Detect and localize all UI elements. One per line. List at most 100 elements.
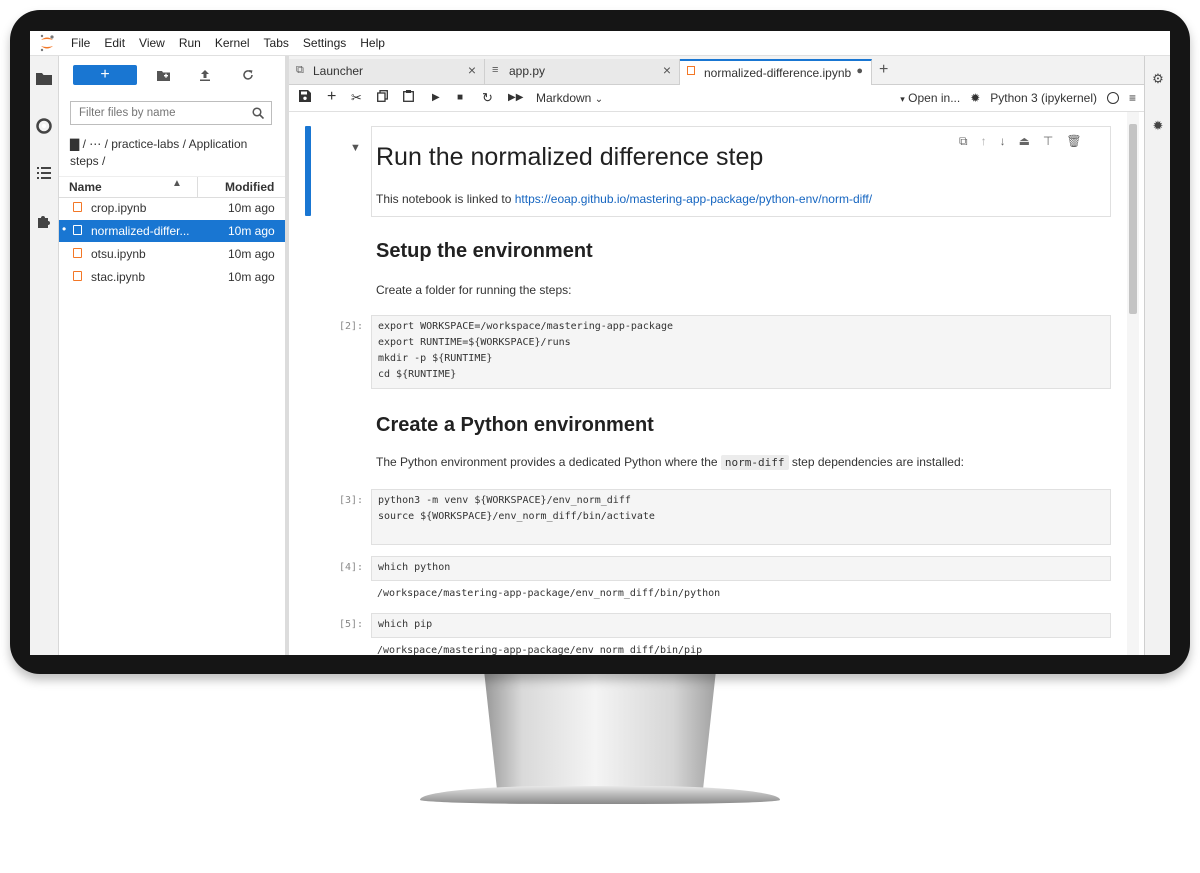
code-line: source ${WORKSPACE}/env_norm_diff/bin/ac… [378, 511, 655, 522]
insert-cell-icon[interactable]: + [327, 88, 336, 106]
code-cell-2[interactable]: export WORKSPACE=/workspace/mastering-ap… [371, 315, 1111, 389]
running-dot-icon: • [62, 222, 67, 236]
filter-files-input[interactable] [77, 106, 251, 120]
file-row-stac[interactable]: stac.ipynb 10m ago [59, 266, 285, 288]
folder-icon[interactable] [34, 68, 54, 88]
sort-ascending-icon[interactable]: ▲ [172, 178, 182, 189]
monitor-base [420, 786, 780, 804]
cell-toolbar: ⧉ ↑ ↓ ⏏ ⊤ 🗑 [959, 134, 1082, 149]
file-modified: 10m ago [228, 270, 275, 284]
close-icon[interactable]: × [663, 62, 671, 78]
restart-kernel-icon[interactable]: ↻ [482, 90, 493, 106]
menu-settings[interactable]: Settings [296, 31, 353, 55]
unsaved-dot-icon[interactable]: ● [856, 65, 863, 77]
menu-tabs[interactable]: Tabs [257, 31, 296, 55]
file-modified: 10m ago [228, 247, 275, 261]
tab-normalized-difference[interactable]: normalized-difference.ipynb ● [680, 59, 872, 85]
menu-run[interactable]: Run [172, 31, 208, 55]
code-line: cd ${RUNTIME} [378, 369, 457, 380]
code-line: which python [378, 562, 451, 573]
interrupt-kernel-icon[interactable]: ■ [457, 92, 463, 103]
tab-launcher[interactable]: ⧉ Launcher × [289, 59, 485, 84]
notebook-scrollbar[interactable] [1127, 112, 1139, 655]
copy-icon[interactable] [377, 90, 388, 105]
code-cell-3[interactable]: python3 -m venv ${WORKSPACE}/env_norm_di… [371, 489, 1111, 545]
python-text-after: step dependencies are installed: [788, 455, 964, 469]
cell-type-value: Markdown [536, 91, 592, 105]
menu-hamburger-icon[interactable]: ≡ [1129, 91, 1136, 105]
cell-prompt: [4]: [339, 562, 364, 573]
right-sidebar: ⚙ ✹ [1145, 56, 1170, 655]
notebook-icon [73, 271, 82, 281]
file-list-header: Name ▲ Modified [59, 176, 285, 198]
debugger-bug-icon[interactable]: ✹ [1149, 117, 1167, 135]
tab-app-py[interactable]: ≡ app.py × [485, 59, 680, 84]
new-folder-icon[interactable] [154, 66, 172, 84]
open-in-button[interactable]: ▾ Open in... [900, 91, 960, 105]
collapse-heading-icon[interactable]: ▼ [350, 142, 361, 154]
breadcrumb-line-2[interactable]: steps / [70, 153, 280, 170]
insert-above-icon[interactable]: ⏏ [1019, 134, 1030, 149]
kernel-area: ▾ Open in... ✹ Python 3 (ipykernel) ≡ [900, 91, 1136, 105]
code-cell-4[interactable]: which python [371, 556, 1111, 581]
debugger-bug-icon[interactable]: ✹ [970, 91, 980, 105]
notebook-icon [73, 225, 82, 235]
file-row-otsu[interactable]: otsu.ipynb 10m ago [59, 243, 285, 265]
move-down-icon[interactable]: ↓ [1000, 134, 1006, 149]
notebook-icon [73, 202, 82, 212]
table-of-contents-icon[interactable] [34, 163, 54, 183]
menu-kernel[interactable]: Kernel [208, 31, 257, 55]
notebook-link[interactable]: https://eoap.github.io/mastering-app-pac… [515, 192, 872, 206]
insert-below-icon[interactable]: ⊤ [1043, 134, 1053, 149]
file-row-crop[interactable]: crop.ipynb 10m ago [59, 197, 285, 219]
property-inspector-gears-icon[interactable]: ⚙ [1149, 70, 1167, 88]
kernel-name[interactable]: Python 3 (ipykernel) [990, 91, 1097, 105]
duplicate-cell-icon[interactable]: ⧉ [959, 134, 968, 149]
cut-icon[interactable]: ✂ [351, 90, 362, 106]
add-tab-icon[interactable]: + [879, 61, 888, 79]
refresh-icon[interactable] [239, 66, 257, 84]
move-up-icon[interactable]: ↑ [981, 134, 987, 149]
code-line: python3 -m venv ${WORKSPACE}/env_norm_di… [378, 495, 631, 506]
menu-file[interactable]: File [64, 31, 97, 55]
close-icon[interactable]: × [468, 62, 476, 78]
file-browser-toolbar: + [59, 64, 285, 86]
chevron-down-icon: ▾ [900, 94, 905, 104]
jupyter-logo-icon [30, 31, 64, 55]
paste-icon[interactable] [403, 90, 414, 105]
column-divider [197, 177, 198, 197]
breadcrumb-line-1[interactable]: ▇ / ⋯ / practice-labs / Application [70, 136, 280, 153]
extension-puzzle-icon[interactable] [34, 211, 54, 231]
upload-icon[interactable] [196, 66, 214, 84]
column-modified-header[interactable]: Modified [225, 180, 274, 194]
file-modified: 10m ago [228, 201, 275, 215]
column-name-header[interactable]: Name [69, 180, 102, 194]
menu-view[interactable]: View [132, 31, 172, 55]
tab-label: Launcher [313, 64, 364, 78]
run-cell-icon[interactable]: ▶ [432, 92, 440, 103]
open-in-label: Open in... [908, 91, 961, 105]
monitor-stand [482, 660, 718, 795]
cell-output: /workspace/mastering-app-package/env_nor… [377, 645, 703, 655]
file-row-normalized-difference[interactable]: • normalized-differ... 10m ago [59, 220, 285, 242]
tab-label: app.py [509, 64, 546, 78]
cell-type-select[interactable]: Markdown ⌄ [536, 91, 603, 105]
new-launcher-button[interactable]: + [73, 65, 137, 85]
filter-files-field[interactable] [70, 101, 272, 125]
scrollbar-thumb[interactable] [1129, 124, 1137, 314]
run-all-icon[interactable]: ▶▶ [508, 92, 523, 103]
file-name: stac.ipynb [91, 270, 146, 284]
setup-heading: Setup the environment [376, 240, 593, 262]
save-icon[interactable] [299, 90, 311, 105]
menubar: File Edit View Run Kernel Tabs Settings … [30, 31, 1170, 56]
cell-prompt: [5]: [339, 619, 364, 630]
menu-help[interactable]: Help [353, 31, 392, 55]
code-line: export WORKSPACE=/workspace/mastering-ap… [378, 321, 674, 332]
menu-edit[interactable]: Edit [97, 31, 132, 55]
delete-cell-icon[interactable]: 🗑 [1066, 134, 1081, 149]
notebook-toolbar: + ✂ ▶ ■ ↻ ▶▶ Markdown ⌄ ▾ Open in... ✹ P… [289, 85, 1144, 112]
breadcrumb[interactable]: ▇ / ⋯ / practice-labs / Application step… [70, 136, 280, 170]
cell-prompt: [2]: [339, 321, 364, 332]
running-terminals-icon[interactable] [34, 116, 54, 136]
code-cell-5[interactable]: which pip [371, 613, 1111, 638]
